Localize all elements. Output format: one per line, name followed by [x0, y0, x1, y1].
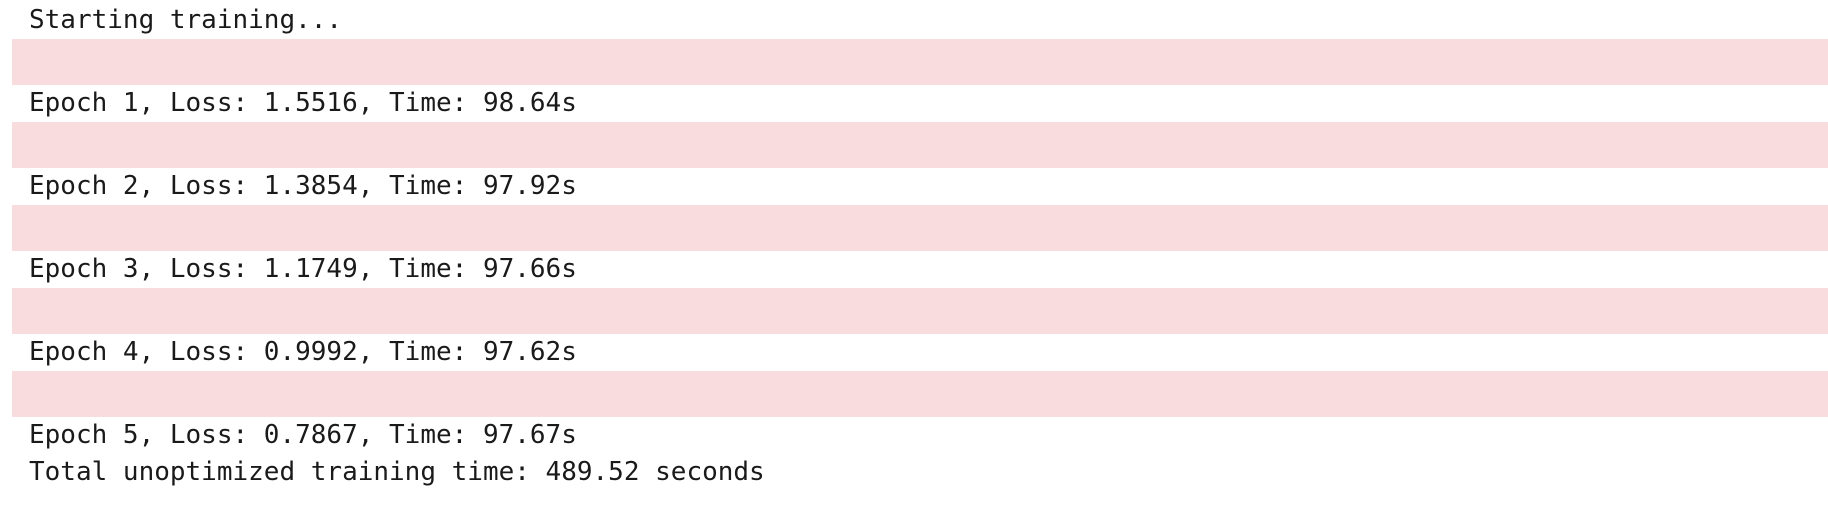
output-line-start: Starting training... [29, 5, 343, 35]
stderr-output-block [12, 39, 1828, 85]
output-line-epoch-1: Epoch 1, Loss: 1.5516, Time: 98.64s [29, 88, 577, 118]
stderr-output-block [12, 371, 1828, 417]
output-line-epoch-4: Epoch 4, Loss: 0.9992, Time: 97.62s [29, 337, 577, 367]
stderr-output-block [12, 122, 1828, 168]
output-line-epoch-5: Epoch 5, Loss: 0.7867, Time: 97.67s [29, 420, 577, 450]
output-line-total-time: Total unoptimized training time: 489.52 … [29, 457, 765, 487]
stderr-output-block [12, 205, 1828, 251]
stderr-output-block [12, 288, 1828, 334]
output-line-epoch-2: Epoch 2, Loss: 1.3854, Time: 97.92s [29, 171, 577, 201]
output-line-epoch-3: Epoch 3, Loss: 1.1749, Time: 97.66s [29, 254, 577, 284]
cell-output-area: Starting training... Epoch 1, Loss: 1.55… [0, 0, 1828, 508]
